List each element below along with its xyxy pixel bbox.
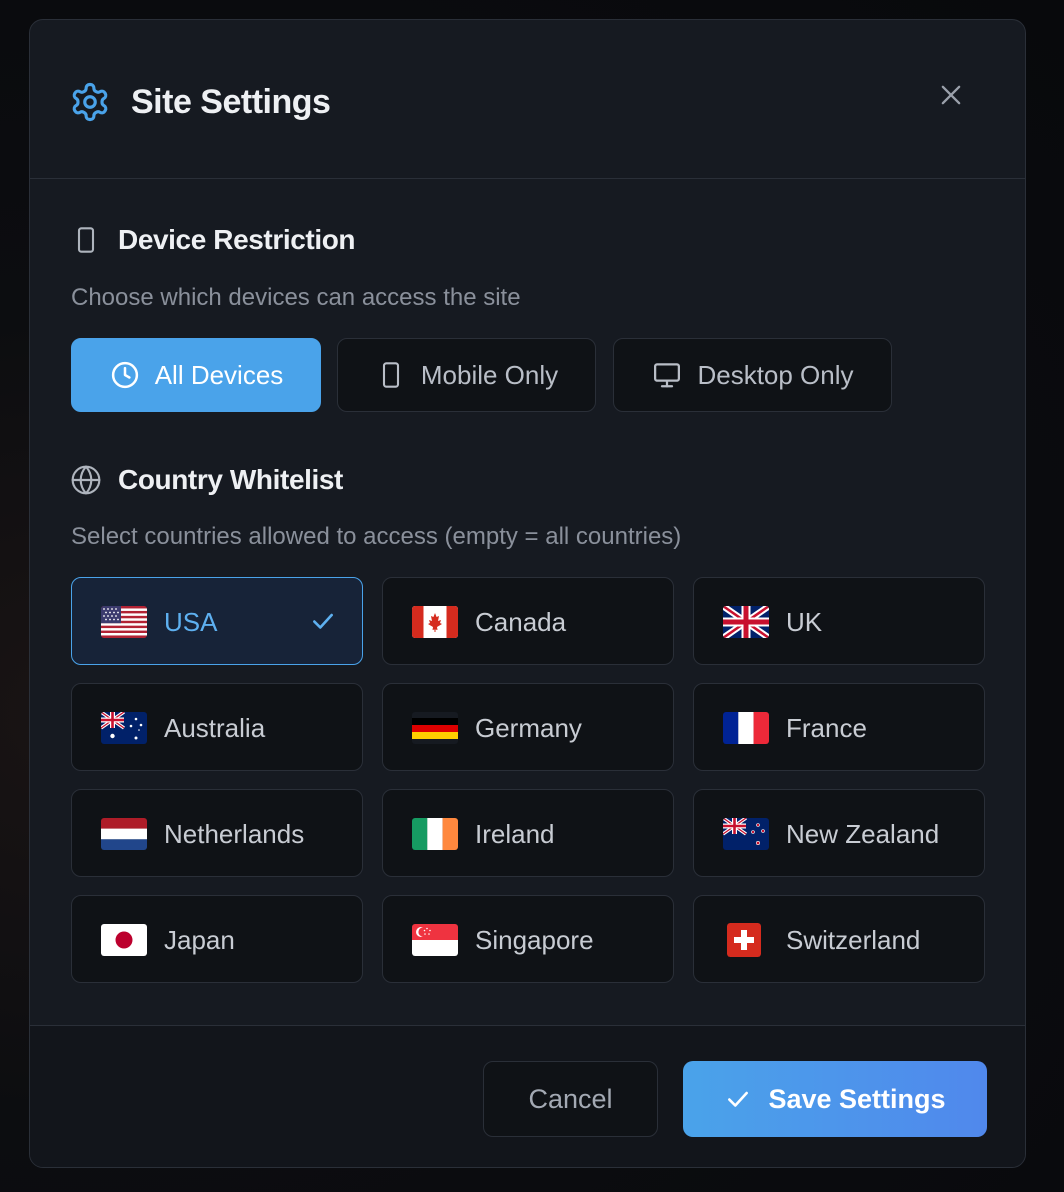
country-option-switzerland[interactable]: Switzerland bbox=[693, 895, 985, 983]
close-icon bbox=[937, 81, 965, 114]
uk-flag-icon bbox=[723, 606, 769, 638]
country-option-new-zealand[interactable]: New Zealand bbox=[693, 789, 985, 877]
country-name: Japan bbox=[164, 925, 235, 955]
country-option-japan[interactable]: Japan bbox=[71, 895, 363, 983]
mobile-only-button[interactable]: Mobile Only bbox=[337, 338, 596, 412]
globe-icon bbox=[70, 464, 102, 496]
country-name: Australia bbox=[164, 713, 266, 743]
check-icon bbox=[310, 608, 336, 634]
all-devices-label: All Devices bbox=[154, 359, 284, 390]
country-option-australia[interactable]: Australia bbox=[71, 683, 363, 771]
device-restriction-header: Device Restriction bbox=[70, 220, 356, 260]
clock-icon bbox=[109, 359, 141, 391]
de-flag-icon bbox=[412, 712, 458, 744]
country-name: Singapore bbox=[475, 925, 594, 955]
desktop-only-label: Desktop Only bbox=[697, 359, 854, 390]
all-devices-button[interactable]: All Devices bbox=[71, 338, 321, 412]
country-option-usa[interactable]: USA bbox=[71, 577, 363, 665]
save-settings-button[interactable]: Save Settings bbox=[683, 1061, 987, 1137]
mobile-icon bbox=[70, 224, 102, 256]
country-option-ireland[interactable]: Ireland bbox=[382, 789, 674, 877]
modal-footer: Cancel Save Settings bbox=[30, 1025, 1025, 1167]
modal-title: Site Settings bbox=[131, 83, 331, 121]
nz-flag-icon bbox=[723, 818, 769, 850]
country-name: Netherlands bbox=[164, 819, 305, 849]
country-whitelist-title: Country Whitelist bbox=[118, 464, 343, 495]
site-settings-modal: Site Settings Device Restriction Choose … bbox=[29, 19, 1026, 1168]
country-whitelist-header: Country Whitelist bbox=[70, 460, 343, 500]
nl-flag-icon bbox=[101, 818, 147, 850]
country-name: Germany bbox=[475, 713, 582, 743]
country-name: New Zealand bbox=[786, 819, 940, 849]
ch-flag-icon bbox=[727, 923, 761, 957]
ie-flag-icon bbox=[412, 818, 458, 850]
mobile-only-label: Mobile Only bbox=[420, 359, 559, 390]
close-button[interactable] bbox=[930, 76, 972, 118]
monitor-icon bbox=[651, 359, 683, 391]
au-flag-icon bbox=[101, 712, 147, 744]
country-option-canada[interactable]: Canada bbox=[382, 577, 674, 665]
country-option-netherlands[interactable]: Netherlands bbox=[71, 789, 363, 877]
us-flag-icon bbox=[101, 606, 147, 638]
save-settings-label: Save Settings bbox=[768, 1083, 946, 1114]
jp-flag-icon bbox=[101, 924, 147, 956]
sg-flag-icon bbox=[412, 924, 458, 956]
country-name: Canada bbox=[475, 607, 567, 637]
fr-flag-icon bbox=[723, 712, 769, 744]
country-name: Switzerland bbox=[786, 925, 921, 955]
country-name: France bbox=[786, 713, 867, 743]
cancel-button[interactable]: Cancel bbox=[483, 1061, 658, 1137]
device-restriction-description: Choose which devices can access the site bbox=[71, 284, 521, 311]
device-restriction-title: Device Restriction bbox=[118, 224, 356, 255]
modal-header: Site Settings bbox=[30, 20, 1025, 179]
country-option-germany[interactable]: Germany bbox=[382, 683, 674, 771]
ca-flag-icon bbox=[412, 606, 458, 638]
country-option-singapore[interactable]: Singapore bbox=[382, 895, 674, 983]
mobile-icon bbox=[375, 359, 407, 391]
country-option-france[interactable]: France bbox=[693, 683, 985, 771]
check-icon bbox=[724, 1085, 752, 1113]
country-name: Ireland bbox=[475, 819, 555, 849]
desktop-only-button[interactable]: Desktop Only bbox=[613, 338, 892, 412]
country-name: USA bbox=[164, 607, 218, 637]
country-option-uk[interactable]: UK bbox=[693, 577, 985, 665]
gear-icon bbox=[69, 81, 111, 123]
country-whitelist-description: Select countries allowed to access (empt… bbox=[71, 523, 682, 550]
country-name: UK bbox=[786, 607, 823, 637]
